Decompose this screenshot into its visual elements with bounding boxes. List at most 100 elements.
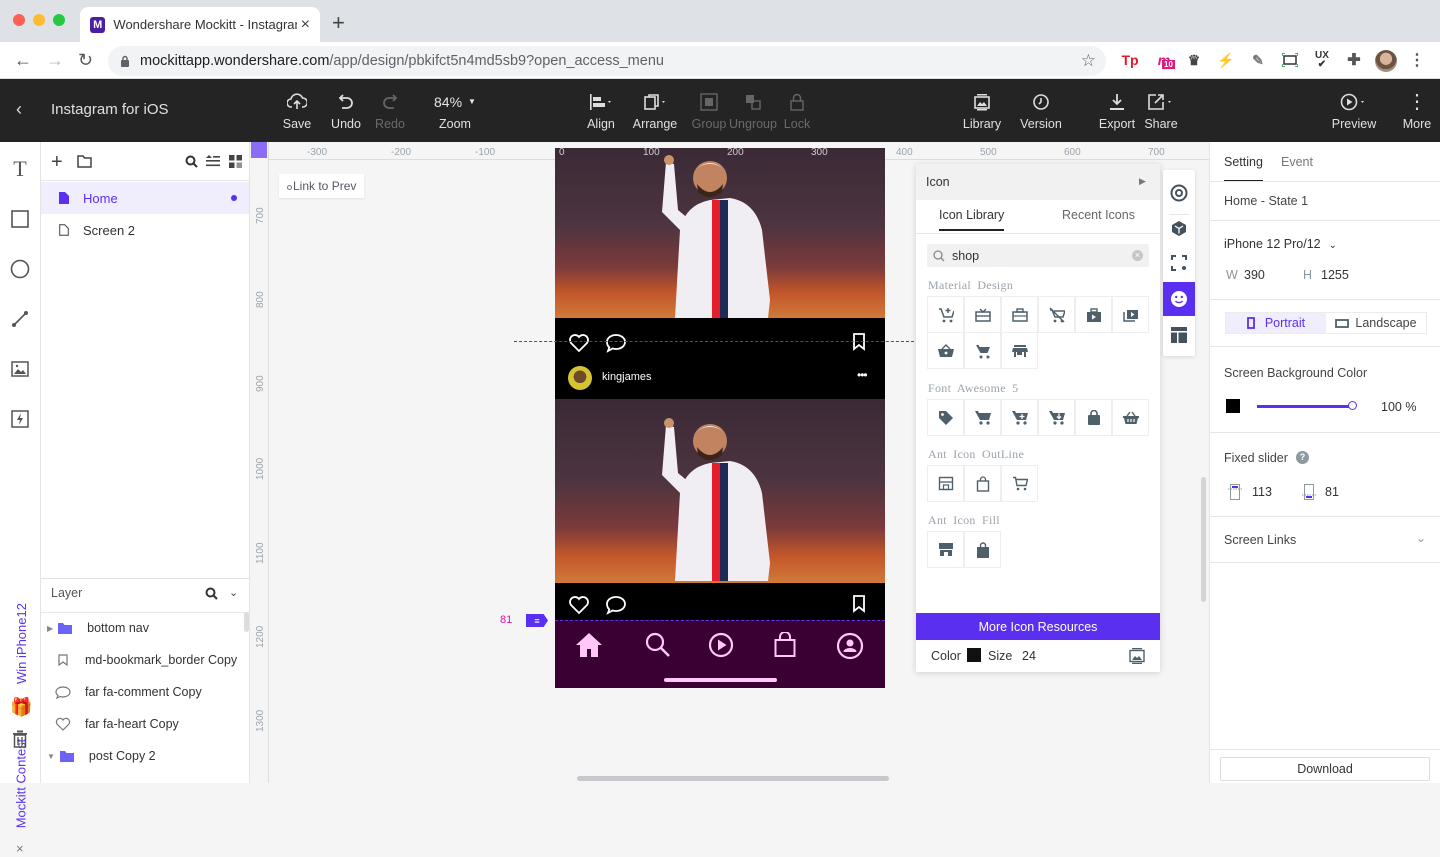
forward-arrow-icon[interactable]: →: [46, 50, 64, 71]
shop-fill-icon[interactable]: [927, 531, 964, 568]
puzzle-extension-icon[interactable]: ✚: [1344, 50, 1364, 70]
bookmark-icon[interactable]: [852, 333, 866, 351]
more-button[interactable]: ⋮ More: [1400, 79, 1434, 142]
search-layers-icon[interactable]: [205, 587, 218, 600]
shop-outline-icon[interactable]: [927, 465, 964, 502]
ellipse-tool-icon[interactable]: [9, 258, 31, 280]
fixed-top-input[interactable]: 113: [1252, 485, 1272, 499]
library-button[interactable]: Library: [960, 79, 1004, 142]
tag-icon[interactable]: [927, 399, 964, 436]
cart-arrow-down-icon[interactable]: [1038, 399, 1075, 436]
avatar[interactable]: [568, 366, 592, 390]
link-to-prev-button[interactable]: Link to Prev: [279, 174, 365, 198]
icon-color-swatch[interactable]: [967, 648, 981, 662]
window-minimize-button[interactable]: [33, 14, 45, 26]
collapse-layers-chevron-icon[interactable]: ⌄: [229, 586, 238, 599]
shop-two-icon[interactable]: [1112, 296, 1149, 333]
layer-item[interactable]: md-bookmark_border Copy: [41, 644, 241, 676]
browser-menu-icon[interactable]: ⋮: [1409, 50, 1425, 70]
fixed-bottom-input[interactable]: 81: [1325, 485, 1339, 499]
add-page-icon[interactable]: +: [51, 152, 63, 172]
back-arrow-icon[interactable]: ←: [14, 50, 32, 71]
browser-tab[interactable]: M Wondershare Mockitt - Instagram for iO…: [80, 7, 320, 42]
post-photo[interactable]: [555, 148, 885, 318]
tab-close-icon[interactable]: ×: [301, 16, 310, 34]
basket-icon[interactable]: [1112, 399, 1149, 436]
profile-avatar[interactable]: [1375, 50, 1397, 72]
save-button[interactable]: Save: [280, 79, 314, 142]
ux-check-extension-icon[interactable]: UX ✔: [1312, 50, 1332, 70]
add-shopping-cart-icon[interactable]: [927, 296, 964, 333]
cart-plus-icon[interactable]: [1001, 399, 1038, 436]
url-input[interactable]: mockittapp.wondershare.com/app/design/pb…: [108, 46, 1106, 76]
remove-shopping-cart-icon[interactable]: [1038, 296, 1075, 333]
trash-icon[interactable]: [9, 728, 31, 750]
redeem-icon[interactable]: [964, 296, 1001, 333]
zoom-dropdown[interactable]: 84% ▼ Zoom: [425, 79, 485, 142]
share-button[interactable]: Share: [1142, 79, 1180, 142]
post-photo[interactable]: [555, 399, 885, 583]
cube-icon[interactable]: [1163, 211, 1195, 245]
arrange-button[interactable]: Arrange: [631, 79, 679, 142]
image-tool-icon[interactable]: [9, 358, 31, 380]
shop-icon[interactable]: [1075, 296, 1112, 333]
portrait-option[interactable]: Portrait: [1226, 313, 1326, 333]
icon-size-value[interactable]: 24: [1022, 649, 1036, 663]
screenshot-extension-icon[interactable]: [1280, 50, 1300, 70]
opacity-slider[interactable]: [1257, 401, 1357, 410]
shopping-bag-icon[interactable]: [1075, 399, 1112, 436]
eyedropper-extension-icon[interactable]: ✎: [1248, 50, 1268, 70]
mockitt-extension-icon[interactable]: m10: [1152, 50, 1176, 70]
store-icon[interactable]: [1001, 332, 1038, 369]
export-button[interactable]: Export: [1096, 79, 1138, 142]
back-chevron-icon[interactable]: ‹: [16, 99, 22, 120]
bookmark-star-icon[interactable]: ☆: [1081, 51, 1096, 71]
lock-button[interactable]: Lock: [780, 79, 814, 142]
close-banner-icon[interactable]: ×: [16, 841, 24, 856]
layout-template-icon[interactable]: [1163, 318, 1195, 352]
width-input[interactable]: 390: [1244, 268, 1265, 282]
bg-color-swatch[interactable]: [1226, 399, 1240, 413]
rectangle-tool-icon[interactable]: [9, 208, 31, 230]
fixed-bottom-handle[interactable]: ≡: [526, 614, 548, 627]
redo-button[interactable]: Redo: [373, 79, 407, 142]
layer-item[interactable]: ▶ bottom nav: [41, 612, 241, 644]
emoji-icon[interactable]: [1163, 282, 1195, 316]
scan-frame-icon[interactable]: [1163, 246, 1195, 280]
vertical-scrollbar[interactable]: [1201, 477, 1206, 602]
tp-extension-icon[interactable]: Tp: [1120, 50, 1140, 70]
add-folder-icon[interactable]: [77, 155, 92, 168]
opacity-value[interactable]: 100 %: [1381, 400, 1416, 414]
icon-search-input[interactable]: shop ×: [927, 244, 1149, 267]
work-outline-icon[interactable]: [1001, 296, 1038, 333]
page-item-screen-2[interactable]: Screen 2: [41, 214, 249, 246]
layer-item[interactable]: ▼ post Copy 2: [41, 740, 241, 772]
component-tool-icon[interactable]: [9, 408, 31, 430]
chevron-down-icon[interactable]: ⌄: [1416, 531, 1426, 545]
clear-search-icon[interactable]: ×: [1132, 250, 1143, 261]
ungroup-button[interactable]: Ungroup: [728, 79, 778, 142]
tab-event[interactable]: Event: [1281, 155, 1313, 169]
post-username[interactable]: kingjames: [602, 371, 652, 383]
search-pages-icon[interactable]: [185, 155, 198, 168]
post-more-icon[interactable]: •••: [857, 368, 868, 382]
download-button[interactable]: Download: [1220, 757, 1430, 781]
heart-icon[interactable]: [568, 595, 590, 615]
window-close-button[interactable]: [13, 14, 25, 26]
play-circle-icon[interactable]: [708, 632, 734, 658]
expand-panel-icon[interactable]: ▶: [1139, 176, 1146, 187]
phone-artboard[interactable]: kingjames •••: [555, 148, 885, 688]
tab-icon-library[interactable]: Icon Library: [939, 208, 1005, 231]
crown-extension-icon[interactable]: ♛: [1184, 50, 1204, 70]
shopping-cart-icon[interactable]: [964, 399, 1001, 436]
shopping-outline-icon[interactable]: [964, 465, 1001, 502]
comment-icon[interactable]: [605, 333, 627, 353]
shopping-fill-icon[interactable]: [964, 531, 1001, 568]
help-icon[interactable]: ?: [1296, 451, 1309, 464]
group-button[interactable]: Group: [690, 79, 728, 142]
image-icon[interactable]: [1129, 648, 1145, 664]
reload-icon[interactable]: ↻: [78, 50, 93, 71]
more-icon-resources-button[interactable]: More Icon Resources: [916, 613, 1160, 640]
layers-scrollbar[interactable]: [244, 612, 249, 632]
expand-caret-icon[interactable]: ▶: [47, 624, 53, 633]
